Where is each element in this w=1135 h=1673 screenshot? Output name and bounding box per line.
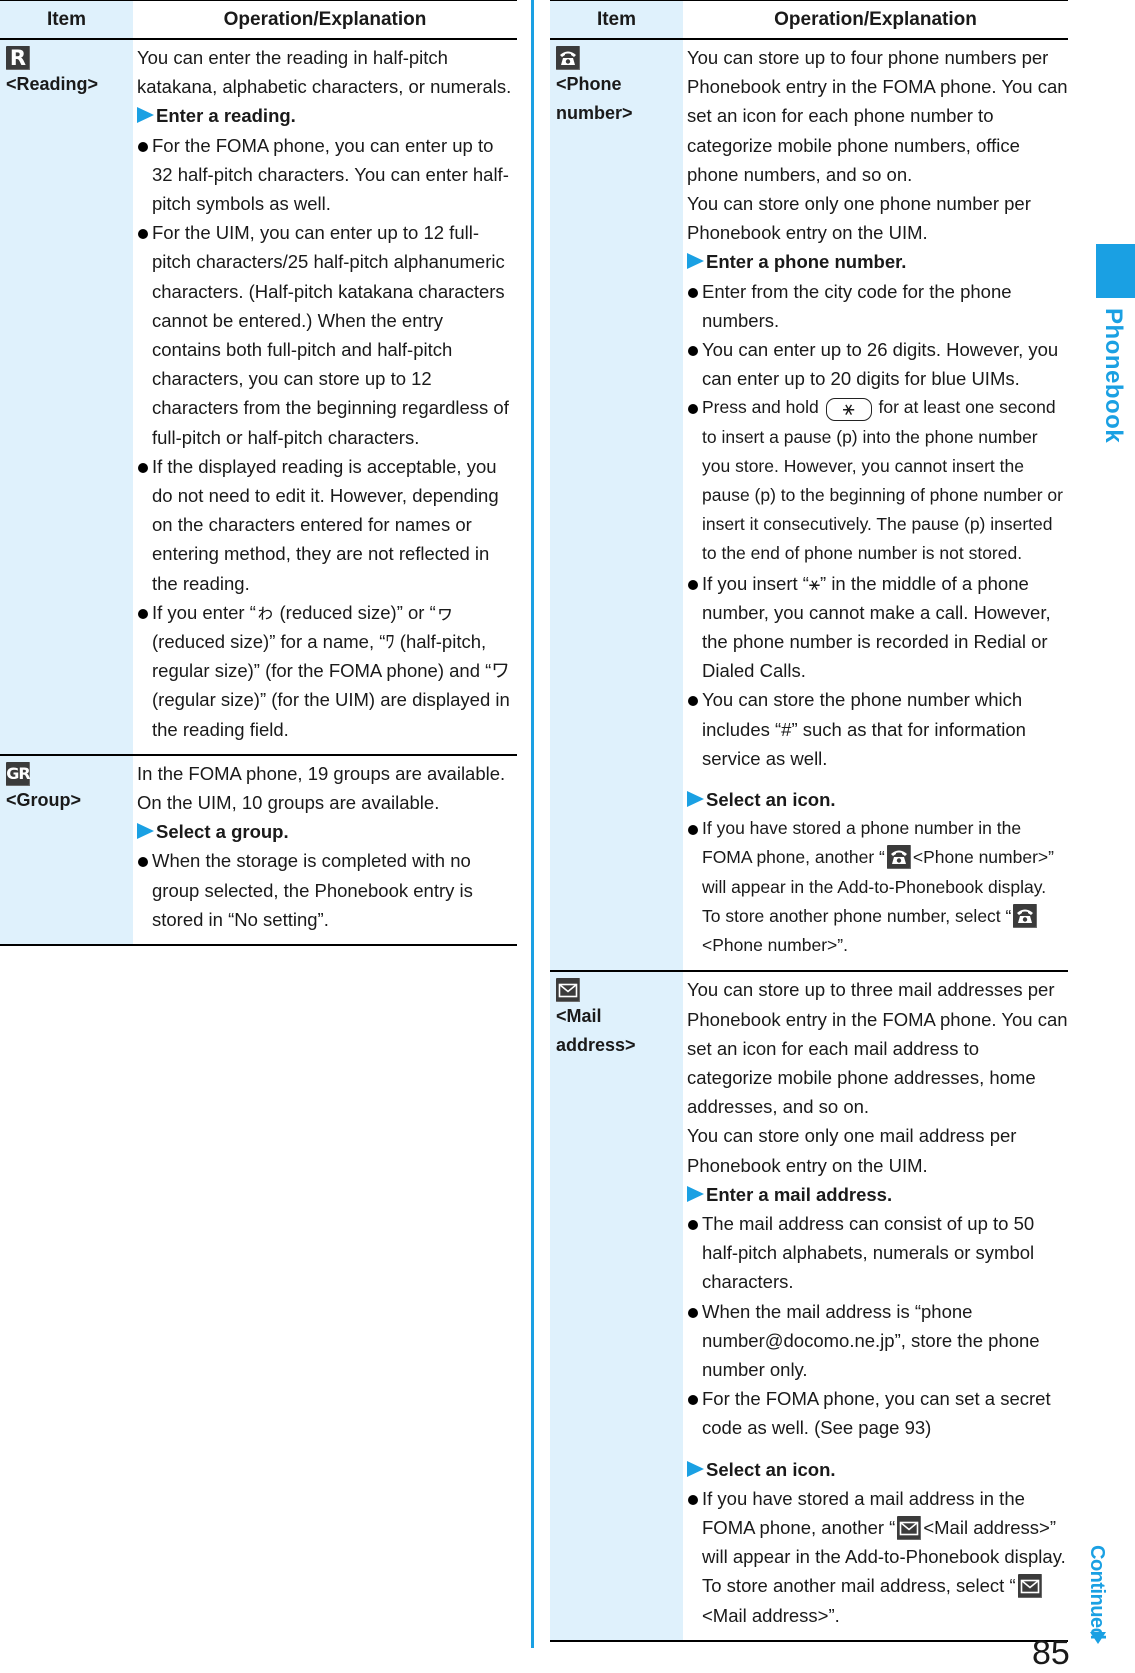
item-cell: GR <Group> <box>0 754 133 947</box>
bullet-item-icon: If you have stored a phone number in the… <box>687 814 1068 960</box>
phone-icon <box>556 46 580 70</box>
asterisk-key-icon: ⚹ <box>825 398 872 422</box>
phone-icon <box>886 845 911 870</box>
bullet-item: Enter from the city code for the phone n… <box>687 277 1068 335</box>
column-divider <box>531 0 534 1648</box>
bullet-item: For the FOMA phone, you can enter up to … <box>137 131 517 219</box>
bullet-item: For the UIM, you can enter up to 12 full… <box>137 218 517 452</box>
mail-icon <box>1017 1574 1042 1599</box>
header-item: Item <box>550 0 683 40</box>
step-arrow-icon <box>687 1460 704 1477</box>
item-cell: <Mail address> <box>550 971 683 1642</box>
intro-text: In the FOMA phone, 19 groups are availab… <box>137 762 506 814</box>
step-arrow-icon <box>137 823 154 840</box>
section-tab-marker <box>1096 244 1135 298</box>
item-label: <Reading> <box>6 74 99 94</box>
right-reference-table: Item Operation/Explanation <Phone number>… <box>550 0 1068 1642</box>
step-instruction: Select a group. <box>137 817 517 846</box>
phone-icon <box>1013 903 1038 928</box>
reading-icon: R <box>6 46 30 70</box>
bullet-item: The mail address can consist of up to 50… <box>687 1209 1068 1297</box>
table-row-phone-number: <Phone number> You can store up to four p… <box>550 39 1068 973</box>
intro-text-uim: You can store only one phone number per … <box>687 193 1031 244</box>
operation-cell: You can store up to three mail addresses… <box>683 971 1068 1642</box>
step-instruction: Enter a reading. <box>137 101 517 130</box>
left-column: Item Operation/Explanation R <Reading> Y… <box>0 0 517 947</box>
operation-cell: You can enter the reading in half-pitch … <box>133 39 517 756</box>
operation-cell: In the FOMA phone, 19 groups are availab… <box>133 754 517 947</box>
step-arrow-icon <box>687 1185 704 1202</box>
step-arrow-icon <box>687 253 704 270</box>
bullet-item: If you insert “⚹” in the middle of a pho… <box>687 569 1068 686</box>
bullet-item: When the mail address is “phone number@d… <box>687 1297 1068 1385</box>
bullet-item: For the FOMA phone, you can set a secret… <box>687 1384 1068 1442</box>
step-arrow-icon <box>687 791 704 808</box>
bullet-item: You can store the phone number which inc… <box>687 685 1068 773</box>
item-label: <Phone number> <box>556 74 633 123</box>
item-label: <Mail address> <box>556 1006 636 1056</box>
continued-label: Continued <box>1086 1545 1108 1640</box>
mail-icon <box>556 978 580 1003</box>
step-arrow-icon <box>137 107 154 124</box>
item-cell: <Phone number> <box>550 39 683 973</box>
intro-text: You can store up to four phone numbers p… <box>687 47 1068 185</box>
item-label: <Group> <box>6 789 82 810</box>
header-item: Item <box>0 0 133 40</box>
bullet-item: If you enter “ゎ (reduced size)” or “ヮ (r… <box>137 598 517 744</box>
item-cell: R <Reading> <box>0 39 133 756</box>
section-label: Phonebook <box>1100 308 1127 444</box>
group-icon: GR <box>6 761 31 786</box>
right-column: Item Operation/Explanation <Phone number>… <box>550 0 1068 1642</box>
bullet-item: You can enter up to 26 digits. However, … <box>687 335 1068 393</box>
header-operation: Operation/Explanation <box>133 0 517 40</box>
table-row-mail-address: <Mail address> You can store up to three… <box>550 971 1068 1642</box>
table-row-group: GR <Group> In the FOMA phone, 19 groups … <box>0 754 517 947</box>
bullet-item: If the displayed reading is acceptable, … <box>137 452 517 598</box>
operation-cell: You can store up to four phone numbers p… <box>683 39 1068 973</box>
page-number: 85 <box>1032 1634 1070 1672</box>
step-instruction: Enter a phone number. <box>687 247 1068 276</box>
bullet-item-pause: Press and hold ⚹ for at least one second… <box>687 393 1068 568</box>
step-instruction: Enter a mail address. <box>687 1180 1068 1209</box>
intro-text: You can store up to three mail addresses… <box>687 979 1068 1118</box>
header-operation: Operation/Explanation <box>683 0 1068 40</box>
left-reference-table: Item Operation/Explanation R <Reading> Y… <box>0 0 517 947</box>
intro-text: You can enter the reading in half-pitch … <box>137 47 512 98</box>
step-instruction: Select an icon. <box>687 1455 1068 1484</box>
step-instruction: Select an icon. <box>687 785 1068 814</box>
bullet-item-icon: If you have stored a mail address in the… <box>687 1484 1068 1630</box>
mail-icon <box>897 1515 922 1540</box>
table-row-reading: R <Reading> You can enter the reading in… <box>0 39 517 756</box>
intro-text-uim: You can store only one mail address per … <box>687 1125 1017 1176</box>
continued-arrow-icon <box>1090 1632 1106 1644</box>
bullet-item: When the storage is completed with no gr… <box>137 846 517 934</box>
